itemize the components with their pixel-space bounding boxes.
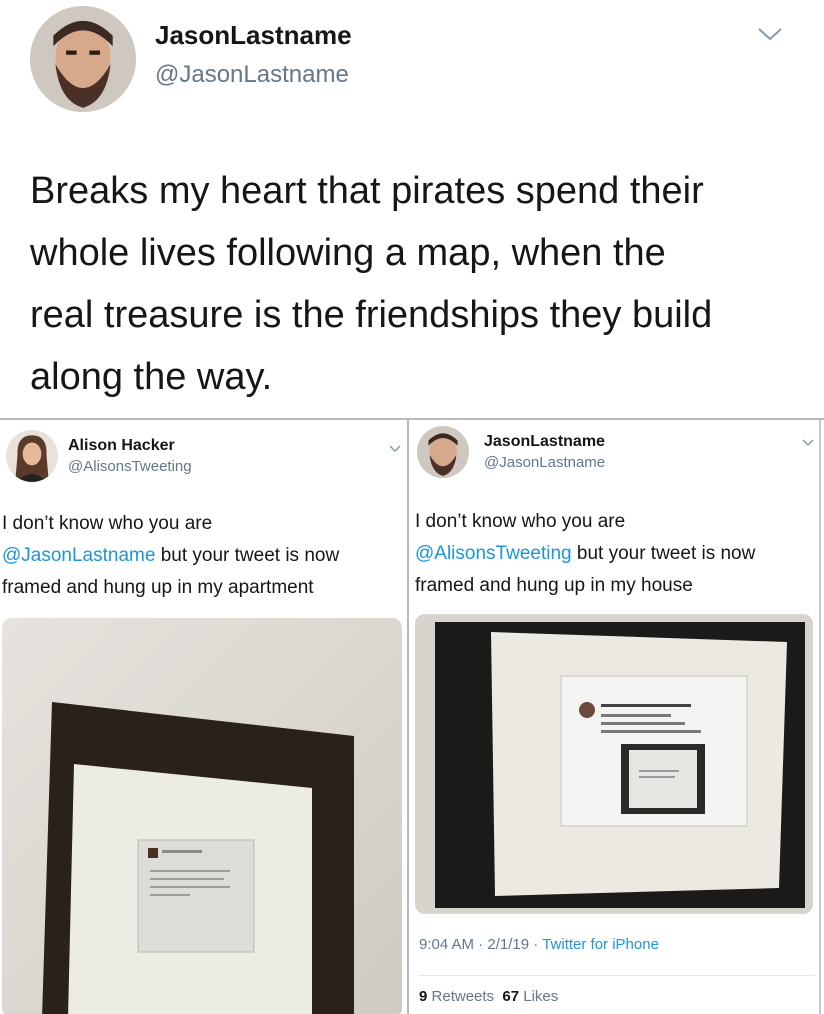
right-tweet: JasonLastname @JasonLastname I don’t kno… <box>409 420 819 1014</box>
tweet-text-line: I don’t know who you are <box>2 513 213 534</box>
avatar-image <box>417 426 469 478</box>
mention-link[interactable]: @JasonLastname <box>2 545 155 566</box>
tweet-stats: 9 Retweets 67 Likes <box>419 988 558 1005</box>
likes-stat[interactable]: 67 Likes <box>502 988 558 1005</box>
tweet-text-line: @JasonLastname but your tweet is now <box>2 540 339 572</box>
tweet-photo[interactable] <box>2 618 402 1014</box>
tweet-text-line: framed and hung up in my house <box>415 575 693 596</box>
tweet-photo[interactable] <box>415 614 813 914</box>
tweet-time[interactable]: 9:04 AM <box>419 936 474 953</box>
tweet-text-fragment: but your tweet is now <box>571 543 756 564</box>
retweets-stat[interactable]: 9 Retweets <box>419 988 494 1005</box>
avatar[interactable] <box>417 426 469 478</box>
avatar[interactable] <box>6 430 58 482</box>
tweet-text-line: whole lives following a map, when the <box>30 232 666 274</box>
tweet-text-line: I don’t know who you are <box>415 511 626 532</box>
tweet-text-line: @AlisonsTweeting but your tweet is now <box>415 538 755 570</box>
tweet-text-line: Breaks my heart that pirates spend their <box>30 170 704 212</box>
chevron-down-icon[interactable] <box>801 438 815 448</box>
display-name[interactable]: JasonLastname <box>155 20 352 51</box>
retweets-count: 9 <box>419 988 428 1005</box>
meta-separator: · <box>478 936 484 953</box>
user-handle[interactable]: @AlisonsTweeting <box>68 458 192 475</box>
likes-count: 67 <box>502 988 520 1005</box>
meta-separator: · <box>533 936 539 953</box>
mention-link[interactable]: @AlisonsTweeting <box>415 543 572 564</box>
divider <box>419 975 815 976</box>
likes-label: Likes <box>523 988 559 1005</box>
divider <box>819 420 821 1014</box>
retweets-label: Retweets <box>431 988 495 1005</box>
tweet-text-line: along the way. <box>30 356 273 398</box>
tweet-date[interactable]: 2/1/19 <box>487 936 529 953</box>
user-handle[interactable]: @JasonLastname <box>155 61 349 89</box>
tweet-text: I don’t know who you are @JasonLastname … <box>2 508 339 604</box>
left-tweet: Alison Hacker @AlisonsTweeting I don’t k… <box>0 420 407 1014</box>
avatar-image <box>30 6 136 112</box>
avatar[interactable] <box>30 6 136 112</box>
framed-tweet-image <box>415 614 813 914</box>
tweet-text-line: framed and hung up in my apartment <box>2 577 314 598</box>
tweet-source-link[interactable]: Twitter for iPhone <box>542 936 659 953</box>
tweet-text: Breaks my heart that pirates spend their… <box>30 160 810 408</box>
avatar-image <box>6 430 58 482</box>
chevron-down-icon[interactable] <box>755 24 785 44</box>
tweet-meta: 9:04 AM · 2/1/19 · Twitter for iPhone <box>419 936 659 953</box>
chevron-down-icon[interactable] <box>388 444 402 454</box>
display-name[interactable]: Alison Hacker <box>68 437 175 455</box>
framed-tweet-image <box>2 618 402 1014</box>
tweet-text: I don’t know who you are @AlisonsTweetin… <box>415 506 755 602</box>
display-name[interactable]: JasonLastname <box>484 433 605 451</box>
user-handle[interactable]: @JasonLastname <box>484 454 605 471</box>
main-tweet: JasonLastname @JasonLastname Breaks my h… <box>0 0 824 418</box>
tweet-text-line: real treasure is the friendships they bu… <box>30 294 713 336</box>
tweet-text-fragment: but your tweet is now <box>155 545 340 566</box>
